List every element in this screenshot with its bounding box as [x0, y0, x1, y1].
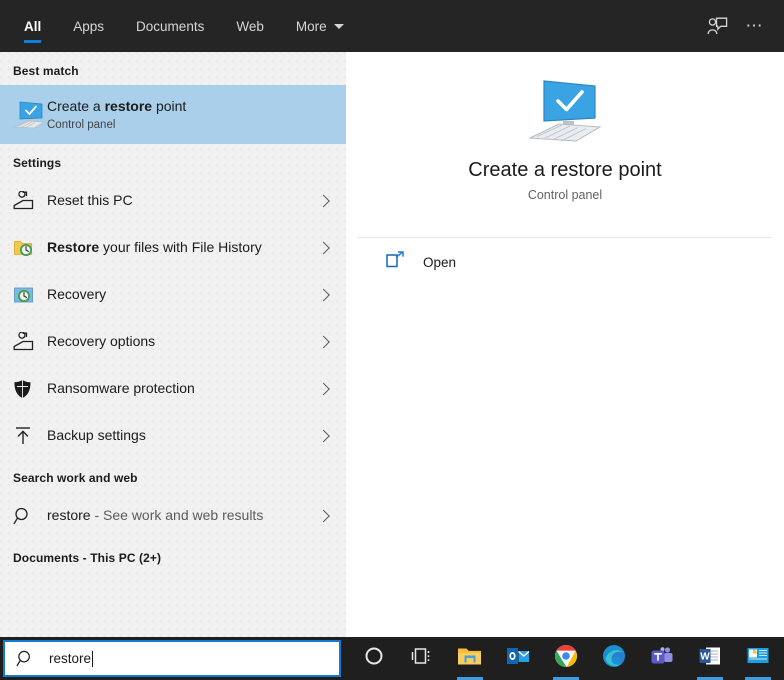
chevron-right-icon [317, 382, 330, 395]
settings-item-reset-this-pc[interactable]: Reset this PC [0, 177, 346, 224]
preview-card: Create a restore point Control panel [358, 52, 772, 238]
tab-list: All Apps Documents Web More [8, 0, 360, 52]
settings-item-label: Backup settings [47, 427, 146, 443]
backup-upload-icon [13, 420, 47, 452]
settings-item-restore-files-file-history[interactable]: Restore your files with File History [0, 224, 346, 271]
search-icon [16, 649, 35, 668]
presentation-icon [746, 646, 770, 671]
search-input[interactable]: restore [3, 640, 341, 677]
results-pane: Best match Create a restore point Contro… [0, 52, 346, 637]
settings-item-recovery[interactable]: Recovery [0, 271, 346, 318]
reset-pc-icon [13, 185, 47, 217]
taskbar-item-chrome[interactable] [542, 637, 590, 680]
tab-documents-label: Documents [136, 18, 205, 34]
svg-text:W: W [700, 652, 710, 663]
task-view-icon [411, 646, 433, 671]
taskbar-item-task-view[interactable] [398, 637, 446, 680]
search-tabbar: All Apps Documents Web More ⋯ [0, 0, 784, 52]
taskbar-item-presentation[interactable] [734, 637, 782, 680]
shield-icon [13, 373, 47, 405]
best-match-item[interactable]: Create a restore point Control panel [0, 85, 346, 144]
restore-point-monitor-icon [527, 78, 603, 149]
taskbar: restore W [0, 637, 784, 680]
feedback-icon[interactable] [696, 0, 738, 52]
chevron-right-icon [317, 429, 330, 442]
tab-documents[interactable]: Documents [120, 0, 220, 52]
settings-item-label: Restore your files with File History [47, 239, 262, 255]
text-cursor [92, 650, 94, 667]
tab-active-underline [24, 40, 42, 43]
settings-item-label: Recovery options [47, 333, 156, 349]
settings-item-ransomware-protection[interactable]: Ransomware protection [0, 365, 346, 412]
recovery-options-icon [13, 326, 47, 358]
settings-item-label: Recovery [47, 286, 107, 302]
taskbar-item-cortana[interactable] [350, 637, 398, 680]
tab-web-label: Web [236, 18, 264, 34]
outlook-icon [506, 645, 530, 672]
restore-point-monitor-icon [13, 99, 47, 131]
taskbar-items: W [350, 637, 782, 680]
chevron-down-icon [333, 23, 344, 29]
taskbar-item-word[interactable]: W [686, 637, 734, 680]
preview-subtitle: Control panel [527, 188, 603, 202]
best-match-heading: Best match [13, 64, 79, 78]
chevron-right-icon [317, 509, 330, 522]
best-match-subtitle: Control panel [47, 118, 116, 131]
chevron-right-icon [317, 335, 330, 348]
preview-title: Create a restore point [468, 159, 662, 181]
tab-more-label: More [295, 18, 327, 34]
chevron-right-icon [317, 194, 330, 207]
tab-all-label: All [24, 18, 42, 34]
settings-heading: Settings [13, 156, 62, 170]
open-external-icon [386, 251, 405, 273]
recovery-icon [13, 279, 47, 311]
settings-item-backup-settings[interactable]: Backup settings [0, 412, 346, 459]
file-history-icon [13, 232, 47, 264]
documents-heading: Documents - This PC (2+) [13, 551, 162, 565]
open-action-label: Open [423, 254, 457, 270]
search-flyout: All Apps Documents Web More ⋯ Best match… [0, 0, 784, 680]
teams-icon [650, 645, 674, 672]
taskbar-item-file-explorer[interactable] [446, 637, 494, 680]
chevron-right-icon [317, 241, 330, 254]
tab-apps[interactable]: Apps [57, 0, 120, 52]
settings-item-recovery-options[interactable]: Recovery options [0, 318, 346, 365]
chrome-icon [554, 644, 578, 673]
best-match-title: Create a restore point [47, 97, 187, 114]
search-icon [13, 500, 47, 532]
ellipsis-icon[interactable]: ⋯ [738, 0, 784, 52]
settings-item-label: Ransomware protection [47, 380, 195, 396]
taskbar-item-edge[interactable] [590, 637, 638, 680]
search-input-value: restore [49, 650, 94, 667]
word-icon: W [698, 645, 722, 672]
taskbar-item-teams[interactable] [638, 637, 686, 680]
settings-item-label: Reset this PC [47, 192, 133, 208]
tab-more[interactable]: More [280, 0, 360, 52]
chevron-right-icon [317, 288, 330, 301]
best-match-text: Create a restore point Control panel [47, 97, 186, 133]
preview-pane: Create a restore point Control panel Ope… [358, 52, 772, 637]
web-search-label: restore - See work and web results [47, 507, 264, 523]
cortana-circle-icon [364, 646, 384, 671]
edge-icon [602, 644, 626, 673]
tab-all[interactable]: All [8, 0, 57, 52]
open-action[interactable]: Open [358, 238, 772, 286]
taskbar-item-outlook[interactable] [494, 637, 542, 680]
tabbar-actions: ⋯ [696, 0, 784, 52]
file-explorer-icon [457, 645, 483, 672]
tab-apps-label: Apps [73, 18, 105, 34]
tab-web[interactable]: Web [220, 0, 280, 52]
web-search-heading: Search work and web [13, 471, 138, 485]
web-search-item[interactable]: restore - See work and web results [0, 492, 346, 539]
